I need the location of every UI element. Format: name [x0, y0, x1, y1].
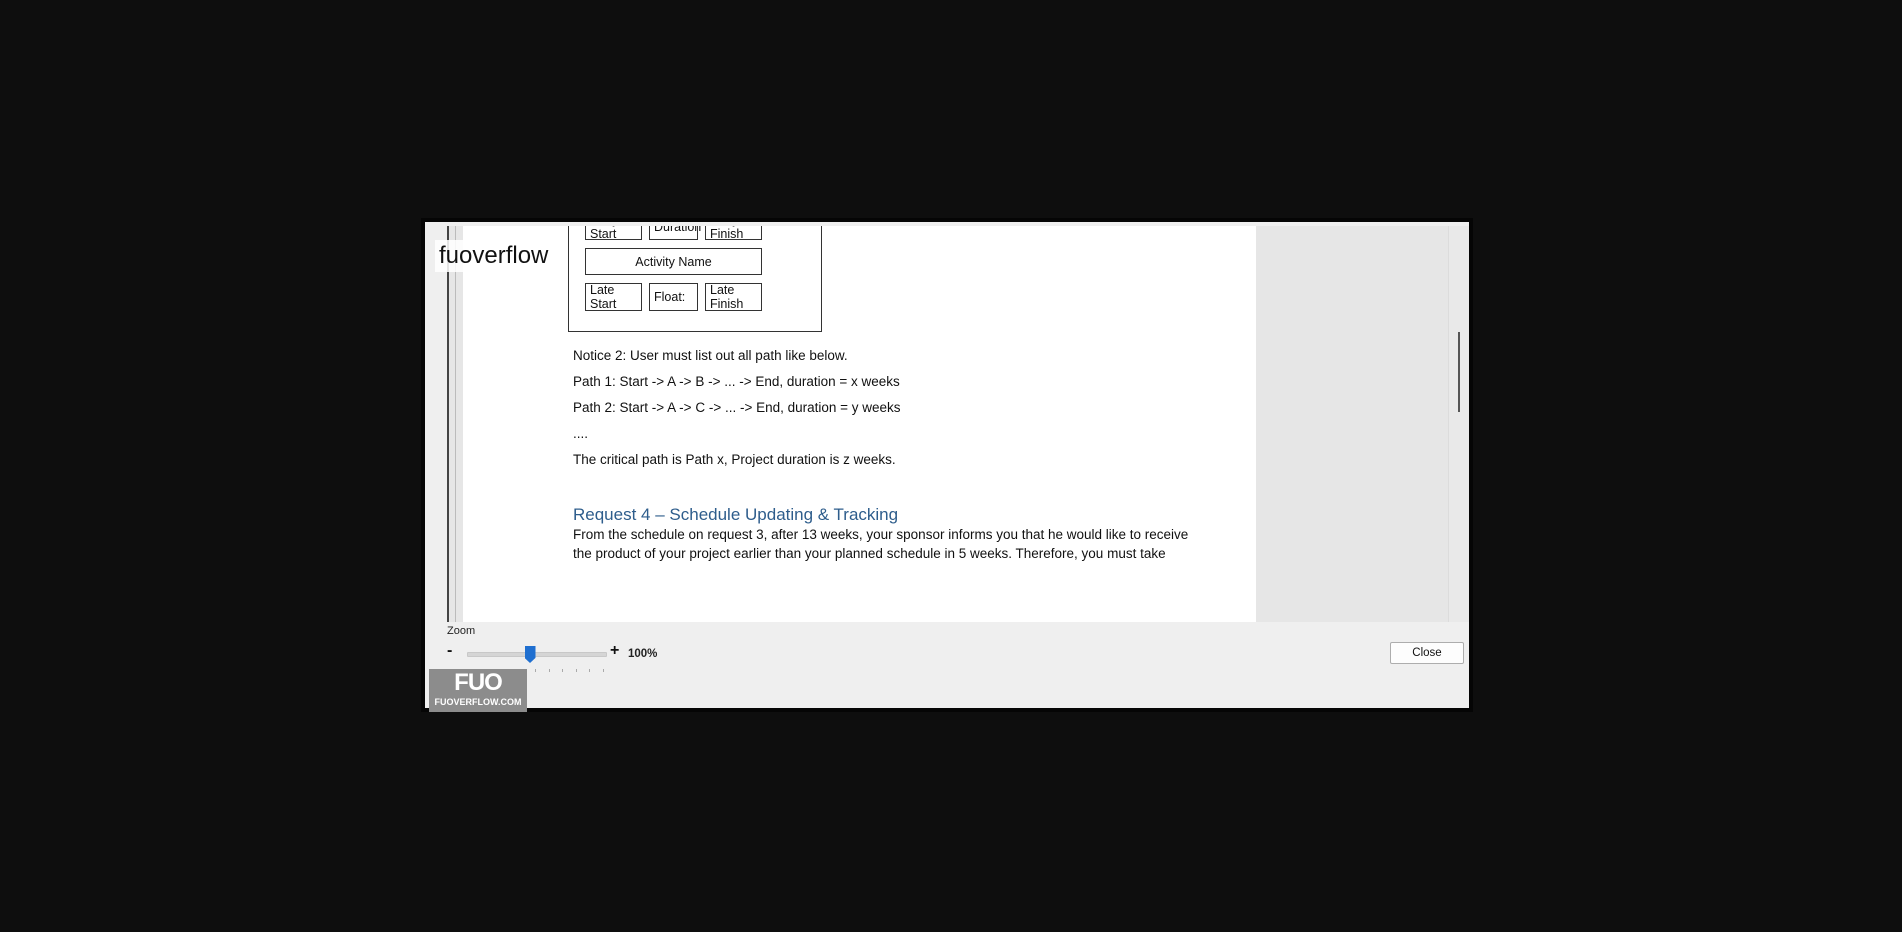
vertical-scrollbar[interactable] [1448, 226, 1469, 622]
zoom-level-value: 100% [628, 648, 658, 660]
path-1-text: Path 1: Start -> A -> B -> ... -> End, d… [573, 374, 900, 389]
watermark-text: fuoverflow [435, 240, 553, 272]
late-finish-box: Late Finish [705, 283, 762, 311]
request-4-paragraph-line-2: the product of your project earlier than… [573, 546, 1166, 561]
scrollbar-thumb[interactable] [1458, 332, 1460, 412]
activity-name-box: Activity Name [585, 248, 762, 275]
zoom-out-button[interactable]: - [447, 642, 452, 660]
zoom-slider-tick [589, 669, 591, 672]
zoom-slider-tick [548, 669, 550, 672]
notice-2-text: Notice 2: User must list out all path li… [573, 348, 848, 363]
request-4-paragraph-line-1: From the schedule on request 3, after 13… [573, 527, 1189, 542]
zoom-in-button[interactable]: + [610, 642, 619, 660]
zoom-slider-tick [575, 669, 577, 672]
early-start-box: Early Start [585, 226, 642, 241]
zoom-label: Zoom [447, 625, 476, 637]
duration-box: Duration [649, 226, 701, 240]
zoom-slider-track[interactable] [467, 652, 607, 657]
page-gutter-line [455, 226, 456, 622]
ellipsis-text: .... [573, 426, 589, 441]
zoom-slider-tick [535, 669, 536, 672]
zoom-viewer-window: Early Start Duration Early Finish Activi… [421, 218, 1473, 712]
fuo-logo: FUO FUOVERFLOW.COM [429, 669, 527, 712]
zoom-slider-thumb[interactable] [524, 646, 536, 663]
path-2-text: Path 2: Start -> A -> C -> ... -> End, d… [573, 400, 901, 415]
float-box: Float: [649, 283, 698, 311]
activity-node-diagram: Early Start Duration Early Finish Activi… [568, 226, 822, 332]
critical-path-text: The critical path is Path x, Project dur… [573, 452, 896, 467]
zoom-slider-tick [603, 669, 604, 672]
logo-caption: FUOVERFLOW.COM [434, 697, 522, 707]
early-finish-box: Early Finish [705, 226, 762, 241]
document-viewer[interactable]: Early Start Duration Early Finish Activi… [447, 226, 1449, 622]
zoom-slider-tick [562, 669, 564, 672]
document-page: Early Start Duration Early Finish Activi… [463, 226, 1256, 622]
logo-mark: FUO [454, 669, 503, 696]
late-start-box: Late Start [585, 283, 642, 311]
request-4-heading: Request 4 – Schedule Updating & Tracking [573, 505, 899, 524]
close-button[interactable]: Close [1390, 642, 1464, 664]
